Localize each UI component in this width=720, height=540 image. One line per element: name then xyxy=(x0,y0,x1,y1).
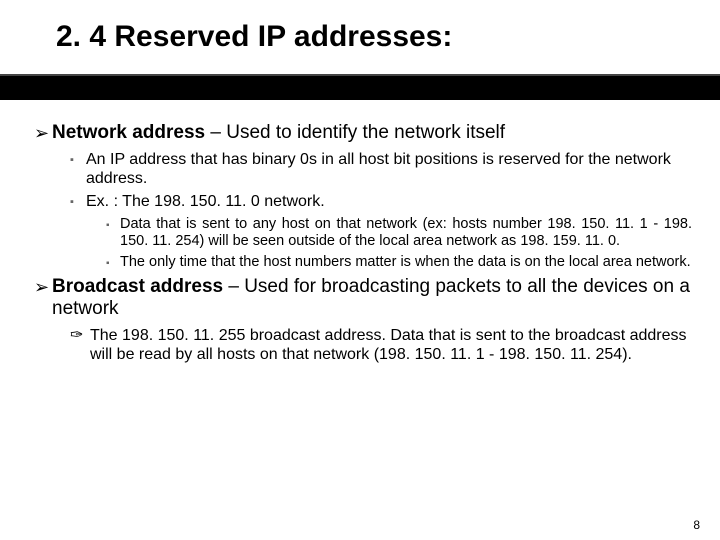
bullet-text: Ex. : The 198. 150. 11. 0 network. xyxy=(86,192,325,212)
bullet-text: The only time that the host numbers matt… xyxy=(120,254,691,272)
bold-term: Network address xyxy=(52,122,205,143)
square-bullet-icon: ▪ xyxy=(70,192,86,212)
sub-bullet: ▪ An IP address that has binary 0s in al… xyxy=(70,150,692,188)
curl-bullet-icon: ✑ xyxy=(70,326,90,364)
bullet-text: Network address – Used to identify the n… xyxy=(52,122,505,144)
bullet-broadcast-address: ➢ Broadcast address – Used for broadcast… xyxy=(34,276,692,320)
sub-sub-bullet: ▪ The only time that the host numbers ma… xyxy=(106,254,692,272)
page-number: 8 xyxy=(693,518,700,532)
bullet-text: Broadcast address – Used for broadcastin… xyxy=(52,276,692,320)
arrow-bullet-icon: ➢ xyxy=(34,276,52,320)
bullet-text: Data that is sent to any host on that ne… xyxy=(120,216,692,250)
bullet-network-address: ➢ Network address – Used to identify the… xyxy=(34,122,692,144)
bold-term: Broadcast address xyxy=(52,276,223,297)
square-bullet-icon: ▪ xyxy=(70,150,86,188)
arrow-bullet-icon: ➢ xyxy=(34,122,52,144)
rest-text: – Used to identify the network itself xyxy=(205,122,505,143)
slide-title: 2. 4 Reserved IP addresses: xyxy=(0,0,720,76)
bullet-text: An IP address that has binary 0s in all … xyxy=(86,150,692,188)
slide-body: ➢ Network address – Used to identify the… xyxy=(0,100,720,540)
sub-bullet-curl: ✑ The 198. 150. 11. 255 broadcast addres… xyxy=(70,326,692,364)
bullet-text: The 198. 150. 11. 255 broadcast address.… xyxy=(90,326,692,364)
square-bullet-icon: ▪ xyxy=(106,216,120,250)
sub-bullet: ▪ Ex. : The 198. 150. 11. 0 network. xyxy=(70,192,692,212)
sub-sub-bullet: ▪ Data that is sent to any host on that … xyxy=(106,216,692,250)
square-bullet-icon: ▪ xyxy=(106,254,120,272)
